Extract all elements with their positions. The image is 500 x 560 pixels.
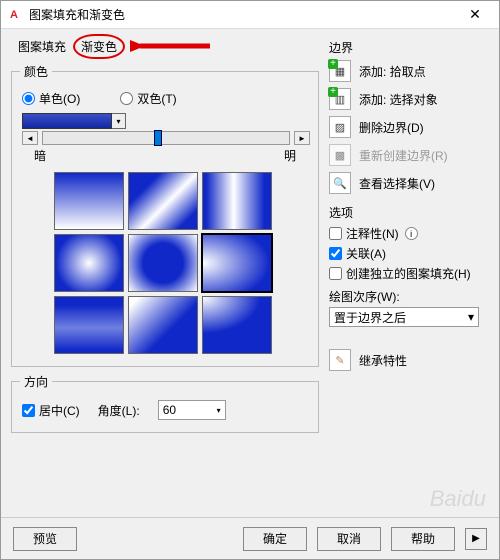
cancel-button[interactable]: 取消: [317, 527, 381, 551]
draw-order-label: 绘图次序(W):: [329, 288, 489, 305]
independent-checkbox[interactable]: 创建独立的图案填充(H): [329, 265, 489, 282]
radio-two-color-input[interactable]: [120, 92, 133, 105]
view-selection-icon: 🔍: [329, 172, 351, 194]
tint-slider[interactable]: [42, 131, 290, 145]
radio-two-color[interactable]: 双色(T): [120, 90, 176, 107]
tab-hatch[interactable]: 图案填充: [11, 35, 73, 58]
preview-button[interactable]: 预览: [13, 527, 77, 551]
color-1-dropdown[interactable]: ▾: [112, 113, 126, 129]
radio-one-color[interactable]: 单色(O): [22, 90, 80, 107]
gradient-swatch-6[interactable]: [202, 234, 272, 292]
draw-order-select[interactable]: 置于边界之后▾: [329, 307, 479, 327]
tint-dec-button[interactable]: ◄: [22, 131, 38, 145]
angle-select[interactable]: 60▾: [158, 400, 226, 420]
add-select-object-button[interactable]: +▥ 添加: 选择对象: [329, 88, 489, 110]
chevron-down-icon: ▾: [468, 310, 474, 324]
gradient-swatch-grid: [54, 172, 276, 354]
label-dark: 暗: [34, 147, 46, 164]
annotative-checkbox-input[interactable]: [329, 227, 342, 240]
direction-legend: 方向: [20, 373, 52, 390]
associative-checkbox[interactable]: 关联(A): [329, 245, 489, 262]
tint-slider-thumb[interactable]: [154, 130, 162, 146]
color-1-swatch[interactable]: [22, 113, 112, 129]
centered-checkbox-input[interactable]: [22, 404, 35, 417]
gradient-swatch-7[interactable]: [54, 296, 124, 354]
gradient-swatch-1[interactable]: [54, 172, 124, 230]
expand-button[interactable]: ▶: [465, 528, 487, 550]
chevron-down-icon: ▾: [217, 406, 221, 415]
help-button[interactable]: 帮助: [391, 527, 455, 551]
boundary-title: 边界: [329, 39, 489, 56]
inherit-icon: ✎: [329, 349, 351, 371]
independent-checkbox-input[interactable]: [329, 267, 342, 280]
info-icon[interactable]: i: [405, 227, 418, 240]
color-group: 颜色 单色(O) 双色(T) ▾ ◄ ► 暗 明: [11, 63, 319, 367]
angle-label: 角度(L):: [98, 402, 140, 419]
tint-inc-button[interactable]: ►: [294, 131, 310, 145]
gradient-swatch-5[interactable]: [128, 234, 198, 292]
recreate-boundary-button: ▩ 重新创建边界(R): [329, 144, 489, 166]
close-button[interactable]: ✕: [455, 3, 495, 27]
remove-boundary-icon: ▨: [329, 116, 351, 138]
hatch-gradient-dialog: A 图案填充和渐变色 ✕ 图案填充 渐变色 颜色 单色(O) 双色(T) ▾: [0, 0, 500, 560]
pick-point-icon: +▦: [329, 60, 351, 82]
gradient-swatch-9[interactable]: [202, 296, 272, 354]
recreate-boundary-icon: ▩: [329, 144, 351, 166]
label-light: 明: [284, 147, 296, 164]
tab-gradient[interactable]: 渐变色: [73, 34, 125, 59]
gradient-swatch-2[interactable]: [128, 172, 198, 230]
annotative-checkbox[interactable]: 注释性(N)i: [329, 225, 489, 242]
view-selection-button[interactable]: 🔍 查看选择集(V): [329, 172, 489, 194]
gradient-swatch-8[interactable]: [128, 296, 198, 354]
options-title: 选项: [329, 204, 489, 221]
direction-group: 方向 居中(C) 角度(L): 60▾: [11, 373, 319, 433]
ok-button[interactable]: 确定: [243, 527, 307, 551]
associative-checkbox-input[interactable]: [329, 247, 342, 260]
gradient-swatch-4[interactable]: [54, 234, 124, 292]
titlebar: A 图案填充和渐变色 ✕: [1, 1, 499, 29]
select-object-icon: +▥: [329, 88, 351, 110]
app-icon: A: [5, 6, 23, 24]
add-pick-point-button[interactable]: +▦ 添加: 拾取点: [329, 60, 489, 82]
centered-checkbox[interactable]: 居中(C): [22, 402, 80, 419]
radio-one-color-input[interactable]: [22, 92, 35, 105]
color-legend: 颜色: [20, 63, 52, 80]
gradient-swatch-3[interactable]: [202, 172, 272, 230]
inherit-properties-button[interactable]: ✎ 继承特性: [329, 349, 489, 371]
tab-strip: 图案填充 渐变色: [11, 35, 319, 57]
dialog-footer: 预览 确定 取消 帮助 ▶: [1, 517, 499, 559]
window-title: 图案填充和渐变色: [29, 6, 455, 23]
remove-boundary-button[interactable]: ▨ 删除边界(D): [329, 116, 489, 138]
